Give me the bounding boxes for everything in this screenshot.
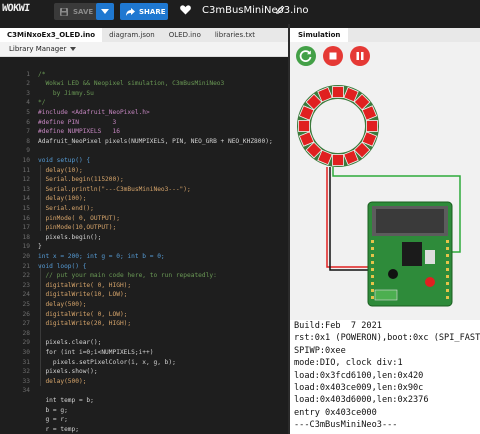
save-dropdown-button[interactable] — [96, 3, 114, 20]
header-pin — [371, 261, 374, 264]
tab-diagram-json[interactable]: diagram.json — [102, 28, 162, 42]
serial-line: rst:0x1 (POWERON),boot:0xc (SPI_FAST_ — [294, 333, 480, 344]
header-pin — [371, 240, 374, 243]
header-pin — [446, 275, 449, 278]
top-bar: WOKWI SAVE SHARE C3mBusMiniNeo3.ino — [0, 0, 480, 24]
wire-ground — [329, 167, 373, 271]
floppy-icon — [60, 7, 68, 16]
header-pin — [371, 282, 374, 285]
header-pin — [446, 289, 449, 292]
serial-monitor[interactable]: Build:Feb 7 2021 rst:0x1 (POWERON),boot:0… — [290, 320, 480, 434]
editor-tabs: C3MiNxoEx3_OLED.ino diagram.json OLED.in… — [0, 28, 290, 42]
header-pin — [446, 247, 449, 250]
serial-line: load:0x403ce009,len:0x90c — [294, 383, 424, 393]
esp32-c3-board[interactable] — [367, 201, 453, 307]
boot-button[interactable] — [388, 269, 398, 279]
wokwi-logo[interactable]: WOKWI — [2, 3, 31, 14]
circuit-diagram — [297, 85, 461, 307]
neopixel-led — [366, 120, 378, 132]
code-editor[interactable]: 1/* 2 Wokwi LED && Neopixel simulation, C… — [0, 57, 290, 434]
header-pin — [371, 289, 374, 292]
header-pin — [371, 296, 374, 299]
share-arrow-icon — [126, 7, 135, 16]
chevron-down-icon — [101, 9, 109, 14]
serial-line: ---C3mBusMiniNeo3--- — [294, 420, 398, 431]
neopixel-led — [332, 86, 344, 98]
share-label: SHARE — [139, 7, 166, 16]
library-manager-label: Library Manager — [9, 45, 67, 53]
code-line: r = temp; — [0, 424, 290, 434]
heart-icon[interactable] — [180, 5, 191, 15]
header-pin — [371, 247, 374, 250]
header-pin — [446, 254, 449, 257]
tab-simulation[interactable]: Simulation — [290, 28, 349, 42]
tab-oled-ino[interactable]: OLED.ino — [162, 28, 208, 42]
pencil-icon[interactable] — [276, 5, 285, 14]
simulation-canvas[interactable] — [290, 42, 480, 320]
code-text: r = temp; — [38, 425, 79, 433]
header-pin — [371, 254, 374, 257]
serial-line: Build:Feb 7 2021 — [294, 321, 382, 331]
serial-line: SPIWP:0xee — [294, 345, 346, 356]
project-title[interactable]: C3mBusMiniNeo3.ino — [202, 5, 309, 16]
share-button[interactable]: SHARE — [120, 3, 168, 20]
library-manager-button[interactable]: Library Manager — [9, 45, 77, 53]
simulation-tab-bar: Simulation — [290, 28, 480, 42]
serial-line: entry 0x403ce000 — [294, 407, 377, 418]
save-label: SAVE — [73, 7, 94, 16]
header-pin — [446, 261, 449, 264]
header-pin — [371, 268, 374, 271]
reset-button[interactable] — [425, 277, 435, 287]
neopixel-led — [332, 154, 344, 166]
serial-line: mode:DIO, clock div:1 — [294, 358, 403, 369]
header-pin — [371, 275, 374, 278]
header-pin — [446, 296, 449, 299]
tab-oled-ino-main[interactable]: C3MiNxoEx3_OLED.ino — [0, 28, 103, 42]
serial-line: load:0x3fcd6100,len:0x420 — [294, 370, 424, 381]
neopixel-ring[interactable] — [297, 85, 379, 167]
header-pin — [446, 268, 449, 271]
tab-libraries-txt[interactable]: libraries.txt — [208, 28, 262, 42]
neopixel-led — [298, 120, 310, 132]
header-pin — [446, 282, 449, 285]
chevron-down-icon — [70, 47, 77, 51]
serial-line: load:0x403d6000,len:0x2376 — [294, 395, 429, 406]
library-bar: Library Manager — [0, 42, 290, 57]
wire-power — [326, 167, 370, 268]
header-pin — [446, 240, 449, 243]
